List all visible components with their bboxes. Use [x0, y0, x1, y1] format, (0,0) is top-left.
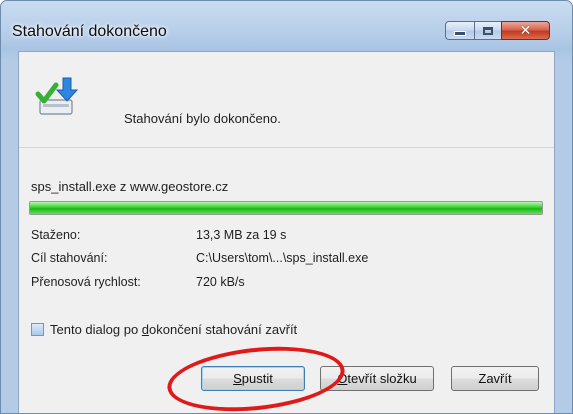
- detail-value-speed: 720 kB/s: [196, 275, 245, 289]
- close-on-complete-option[interactable]: Tento dialog po dokončení stahování zavř…: [31, 322, 297, 337]
- detail-label-destination: Cíl stahování:: [31, 251, 108, 265]
- close-on-complete-label[interactable]: Tento dialog po dokončení stahování zavř…: [50, 322, 297, 337]
- window-controls: ✕: [445, 21, 550, 40]
- close-icon: ✕: [519, 22, 532, 39]
- minimize-button[interactable]: [445, 21, 474, 40]
- detail-label-downloaded: Staženo:: [31, 228, 81, 242]
- window-title: Stahování dokončeno: [12, 23, 167, 40]
- completion-message: Stahování bylo dokončeno.: [124, 111, 281, 126]
- divider: [19, 147, 554, 148]
- minimize-icon: [454, 31, 466, 36]
- detail-row-downloaded: Staženo: 13,3 MB za 19 s: [31, 228, 286, 242]
- maximize-button[interactable]: [474, 21, 501, 40]
- detail-value-destination: C:\Users\tom\...\sps_install.exe: [196, 251, 369, 265]
- detail-value-downloaded: 13,3 MB za 19 s: [196, 228, 287, 242]
- close-button[interactable]: Zavřít: [451, 366, 539, 391]
- open-folder-button[interactable]: Otevřít složku: [320, 366, 434, 391]
- run-button[interactable]: Spustit: [201, 366, 305, 391]
- detail-row-destination: Cíl stahování: C:\Users\tom\...\sps_inst…: [31, 251, 368, 265]
- maximize-icon: [483, 26, 493, 35]
- download-complete-icon: [35, 77, 79, 115]
- dialog-content: Stahování bylo dokončeno. sps_install.ex…: [18, 51, 555, 413]
- close-on-complete-checkbox[interactable]: [31, 323, 44, 336]
- close-window-button[interactable]: ✕: [501, 21, 550, 40]
- download-complete-dialog: Stahování dokončeno ✕ Stahování bylo dok…: [0, 0, 573, 414]
- title-bar[interactable]: Stahování dokončeno ✕: [1, 1, 572, 55]
- progress-fill: [30, 202, 542, 214]
- detail-label-speed: Přenosová rychlost:: [31, 275, 141, 289]
- download-progress-bar: [29, 201, 543, 215]
- detail-row-speed: Přenosová rychlost: 720 kB/s: [31, 275, 245, 289]
- download-file-name: sps_install.exe z www.geostore.cz: [31, 179, 229, 194]
